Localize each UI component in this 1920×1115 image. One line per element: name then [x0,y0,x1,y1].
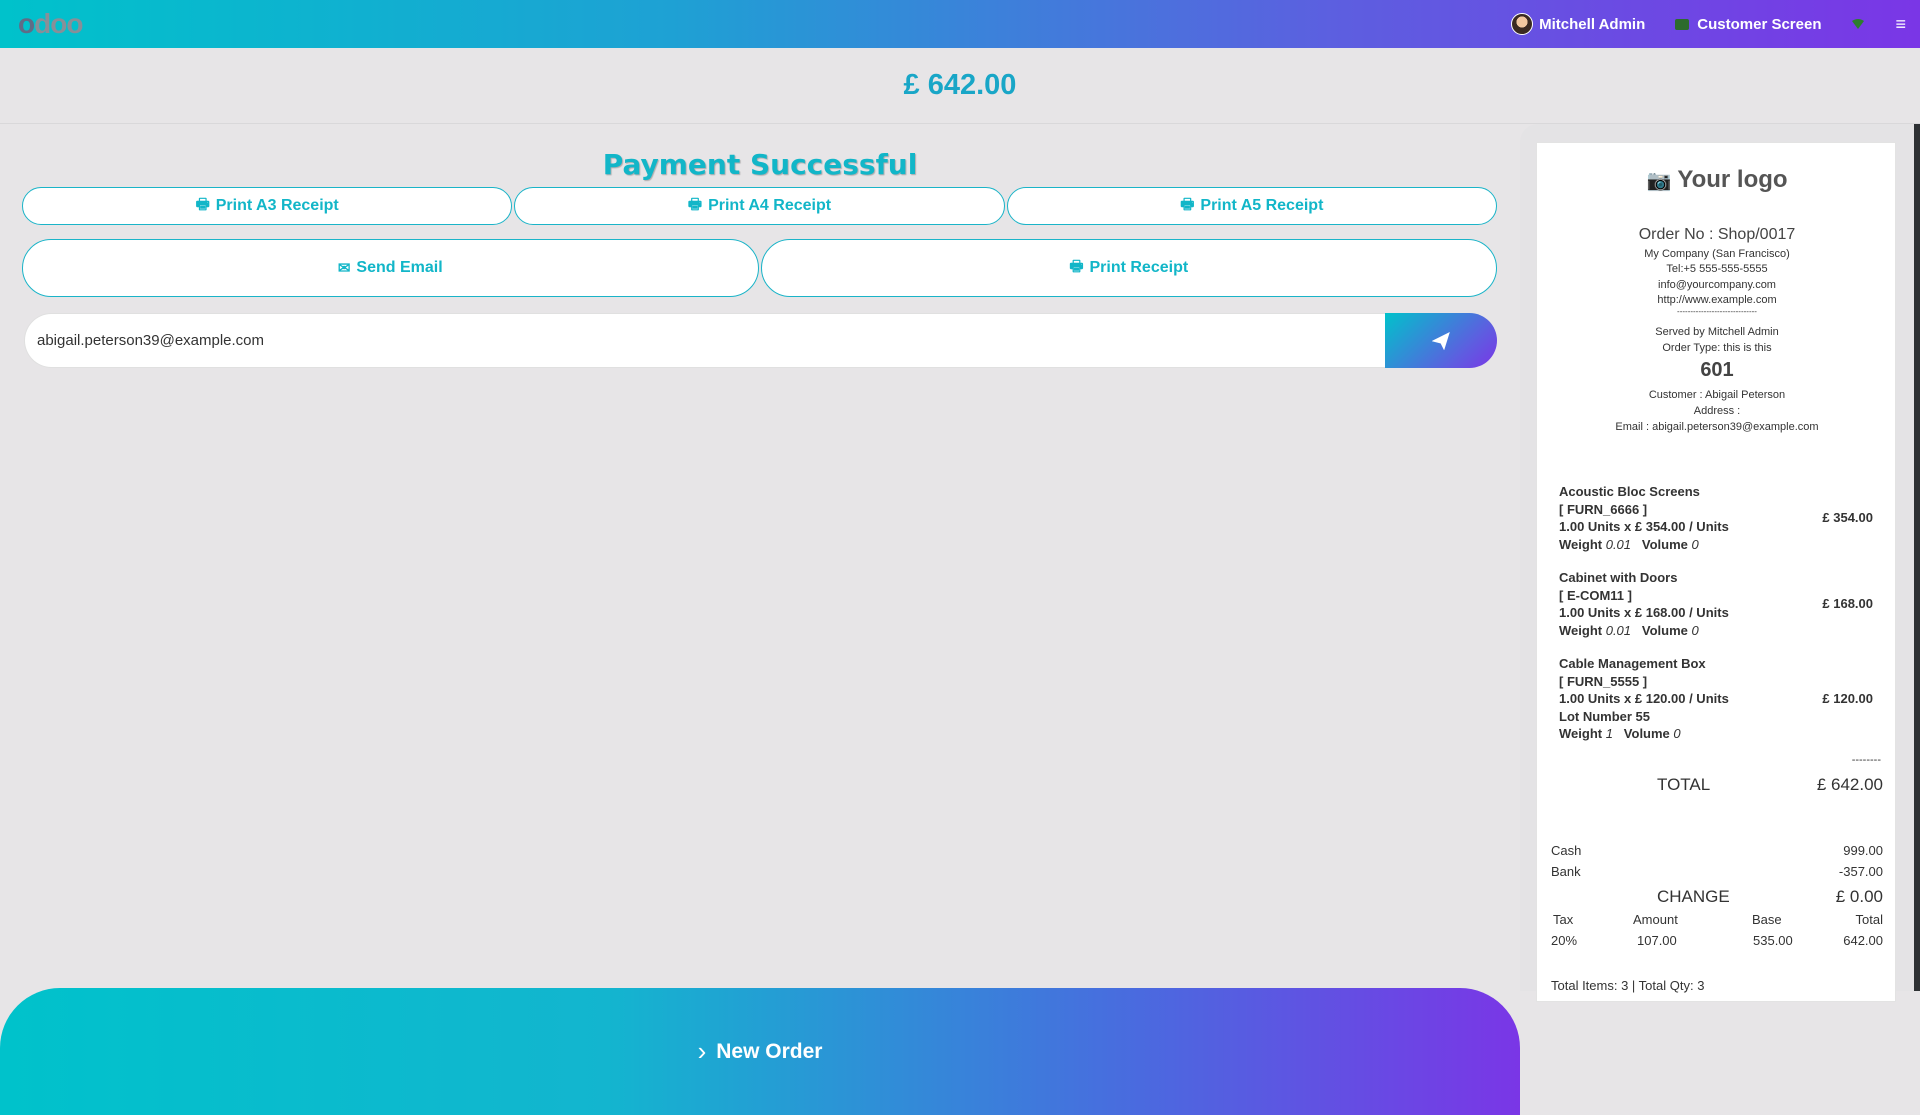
tax-header: Tax [1553,912,1574,927]
send-email-submit-button[interactable] [1385,313,1497,368]
tax-cell: 535.00 [1753,933,1793,948]
send-email-label: Send Email [356,259,443,276]
order-ticket-number: 601 [1700,359,1734,381]
line-lot: Lot Number 55 [1559,708,1651,724]
printer-icon: 🖶 [1180,195,1195,213]
envelope-icon: ✉ [337,260,351,277]
customer-screen-label: Customer Screen [1697,15,1822,33]
email-input[interactable]: abigail.peterson39@example.com [24,313,1385,368]
print-receipt-label: Print Receipt [1089,259,1189,276]
wifi-icon[interactable] [1851,18,1865,30]
customer-address: Address : [1693,405,1741,417]
line-price: £ 120.00 [1822,691,1873,706]
total-label: TOTAL [1657,775,1711,794]
company-name: My Company (San Francisco) [1644,248,1790,260]
payment-method: Bank [1551,864,1581,879]
payment-line: Cash 999.00 [1551,843,1883,858]
tax-header: Total [1855,912,1883,927]
paper-plane-icon [1432,331,1450,350]
payment-amount: -357.00 [1838,864,1883,879]
total-due-amount: £ 642.00 [903,69,1017,101]
line-name: Acoustic Bloc Screens [1559,484,1700,499]
new-order-label: New Order [716,1039,823,1063]
line-weight-volume: Weight 0.01 Volume 0 [1559,536,1699,552]
line-code: [ FURN_5555 ] [1559,673,1648,689]
company-email: info@yourcompany.com [1658,279,1776,291]
line-price: £ 354.00 [1822,510,1873,525]
line-price: £ 168.00 [1822,596,1873,611]
separator: ------------------------------ [1677,307,1757,316]
payment-successful-title: Payment Successful [602,148,918,181]
tax-header: Amount [1633,912,1678,927]
receipt-panel[interactable]: 📷 Your logo Order No : Shop/0017 My Compa… [1520,124,1920,1002]
served-by: Served by Mitchell Admin [1655,326,1779,338]
print-a3-receipt-button[interactable]: 🖶 Print A3 Receipt [22,187,513,225]
print-receipt-button[interactable]: 🖶 Print Receipt [760,239,1497,297]
order-type: Order Type: this is this [1662,342,1772,354]
new-order-button[interactable]: › New Order [0,988,1520,1115]
customer-name: Customer : Abigail Peterson [1648,389,1786,401]
printer-icon: 🖶 [687,195,703,213]
total-value: £ 642.00 [1816,775,1883,794]
chevron-right-icon: › [697,1036,707,1066]
camera-icon: 📷 [1646,170,1672,192]
logo-o: o [18,8,35,39]
payment-screen: Payment Successful 🖶 Print A3 Receipt 🖶 Pr… [0,124,1520,1115]
tax-cell: 20% [1551,933,1578,948]
user-avatar [1511,13,1534,35]
printer-icon: 🖶 [195,195,210,213]
tax-header: Base [1752,912,1782,927]
send-email-button[interactable]: ✉ Send Email [22,239,759,297]
receipt-logo: 📷 Your logo [1537,166,1897,194]
line-name: Cable Management Box [1559,656,1706,671]
total-separator: -------- [1851,754,1881,766]
print-a5-receipt-button[interactable]: 🖶 Print A5 Receipt [1006,187,1497,225]
line-name: Cabinet with Doors [1559,570,1678,585]
printer-icon: 🖶 [1069,257,1084,275]
print-a4-label: Print A4 Receipt [708,197,832,214]
change-value: £ 0.00 [1835,887,1883,906]
payment-amount: 999.00 [1843,843,1883,858]
logo-rest: doo [34,8,83,39]
customer-email: Email : abigail.peterson39@example.com [1615,421,1819,433]
hamburger-menu-icon[interactable]: ≡ [1895,15,1906,33]
user-name: Mitchell Admin [1539,15,1646,33]
line-weight-volume: Weight 0.01 Volume 0 [1559,622,1699,638]
tax-cell: 107.00 [1637,933,1677,948]
receipt-line: Acoustic Bloc Screens [ FURN_6666 ] 1.00… [1559,483,1879,553]
line-weight-volume: Weight 1 Volume 0 [1559,726,1681,741]
change-label: CHANGE [1657,887,1730,906]
print-a4-receipt-button[interactable]: 🖶 Print A4 Receipt [514,187,1005,225]
print-a3-label: Print A3 Receipt [215,197,339,214]
payment-method: Cash [1551,843,1582,858]
tax-cell: 642.00 [1843,933,1883,948]
logo-text: Your logo [1677,166,1788,193]
receipt: 📷 Your logo Order No : Shop/0017 My Compa… [1536,142,1896,1002]
odoo-logo[interactable]: odoo [18,8,83,40]
print-a5-label: Print A5 Receipt [1200,197,1324,214]
payment-line: Bank -357.00 [1551,864,1883,879]
monitor-icon [1675,18,1690,30]
receipt-line: Cable Management Box [ FURN_5555 ] 1.00 … [1559,655,1879,743]
customer-screen-button[interactable]: Customer Screen [1675,16,1821,33]
email-input-value: abigail.peterson39@example.com [37,332,265,349]
receipt-line: Cabinet with Doors [ E-COM11 ] 1.00 Unit… [1559,569,1879,639]
company-tel: Tel:+5 555-555-5555 [1666,263,1768,275]
amount-bar: £ 642.00 [0,48,1920,124]
order-number: Order No : Shop/0017 [1638,226,1796,243]
receipt-scrollbar[interactable] [1914,124,1920,991]
top-navbar: odoo Mitchell Admin Customer Screen ≡ [0,0,1920,48]
user-menu[interactable]: Mitchell Admin [1511,13,1645,35]
